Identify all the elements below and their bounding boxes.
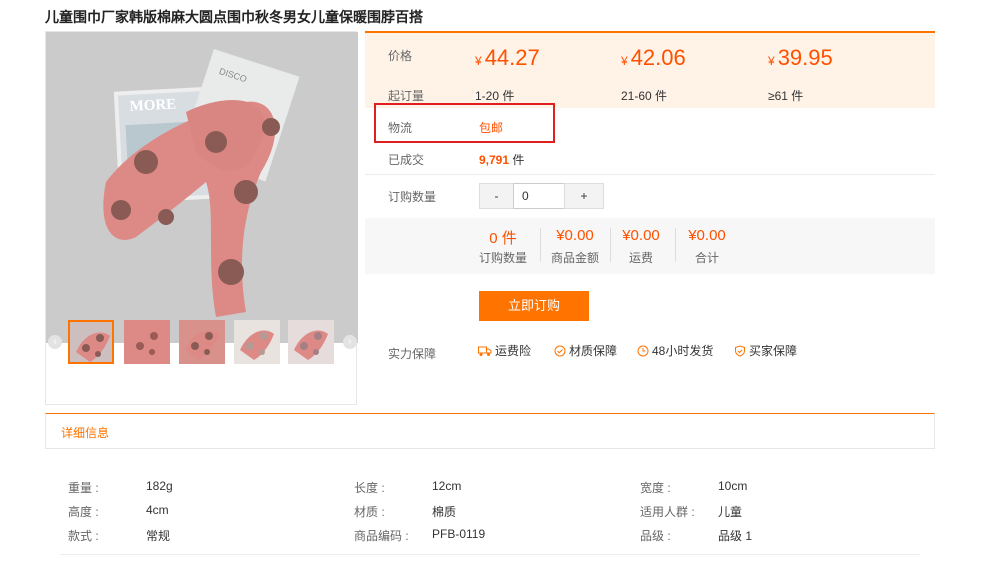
tier-range-2: 21-60 件 [621, 89, 668, 103]
spec-label: 长度 : [354, 481, 385, 495]
gallery-thumbnail[interactable] [234, 320, 280, 364]
spec-value: PFB-0119 [432, 527, 486, 541]
guarantee-material[interactable]: 材质保障 [554, 342, 617, 359]
logistics-highlight-box [374, 103, 555, 143]
qty-plus-button[interactable]: + [564, 183, 604, 209]
tab-details-label: 详细信息 [61, 426, 110, 440]
summary-divider [610, 228, 611, 262]
buy-now-button[interactable]: 立即订购 [479, 291, 589, 321]
spec-label: 商品编码 : [354, 529, 409, 543]
shield-icon [734, 344, 746, 357]
gallery-thumbnail[interactable] [288, 320, 334, 364]
spec-label: 适用人群 : [640, 505, 695, 519]
sold-count: 9,791 件 [479, 153, 525, 167]
summary-total-value: ¥0.00 [688, 227, 726, 244]
summary-shipping-label: 运费 [628, 251, 653, 265]
tier-price-1: ¥44.27 [475, 45, 540, 70]
spec-label: 品级 : [640, 529, 671, 543]
sold-label: 已成交 [388, 153, 425, 167]
spec-value: 182g [146, 479, 173, 493]
spec-value: 4cm [146, 503, 169, 517]
spec-value: 品级 1 [718, 529, 753, 543]
gallery-thumbnail[interactable] [179, 320, 225, 364]
summary-goods-value: ¥0.00 [556, 227, 594, 244]
spec-value: 常规 [146, 529, 171, 543]
check-circle-icon [554, 345, 566, 357]
tier-range-3: ≥61 件 [768, 89, 804, 103]
gallery-thumbnail[interactable] [68, 320, 114, 364]
moq-label: 起订量 [388, 89, 425, 103]
spec-label: 款式 : [68, 529, 99, 543]
truck-icon [478, 345, 492, 357]
summary-shipping-value: ¥0.00 [622, 227, 660, 244]
summary-goods-label: 商品金额 [550, 251, 599, 265]
clock-icon [637, 345, 649, 357]
guarantee-shipping-insurance[interactable]: 运费险 [478, 342, 531, 359]
tier-price-3: ¥39.95 [768, 45, 833, 70]
product-title: 儿童围巾厂家韩版棉麻大圆点围巾秋冬男女儿童保暖围脖百搭 [45, 9, 423, 25]
tier-price-2: ¥42.06 [621, 45, 686, 70]
order-qty-label: 订购数量 [388, 190, 437, 204]
spec-value: 儿童 [718, 505, 743, 519]
spec-value: 12cm [432, 479, 462, 493]
gallery-thumbnail[interactable] [124, 320, 170, 364]
tier-range-1: 1-20 件 [475, 89, 515, 103]
qty-input[interactable] [513, 183, 565, 209]
divider [60, 554, 920, 555]
guarantee-label: 实力保障 [388, 347, 437, 361]
qty-minus-button[interactable]: - [479, 183, 514, 209]
summary-total-label: 合计 [694, 251, 719, 265]
summary-qty-value: 0 件 [489, 230, 517, 247]
spec-label: 宽度 : [640, 481, 671, 495]
tab-details[interactable]: 详细信息 [45, 413, 935, 449]
summary-divider [540, 228, 541, 262]
summary-qty-label: 订购数量 [478, 251, 527, 265]
spec-label: 高度 : [68, 505, 99, 519]
main-product-image[interactable]: MORE DISCO [46, 32, 358, 343]
divider [365, 174, 935, 175]
guarantee-48h-delivery[interactable]: 48小时发货 [637, 342, 713, 359]
price-label: 价格 [388, 49, 413, 63]
summary-divider [675, 228, 676, 262]
guarantee-buyer-protection[interactable]: 买家保障 [734, 342, 797, 359]
spec-value: 棉质 [432, 505, 457, 519]
spec-value: 10cm [718, 479, 748, 493]
gallery-next-icon[interactable]: › [343, 335, 357, 349]
svg-text:MORE: MORE [129, 96, 176, 114]
gallery-prev-icon[interactable]: ‹ [48, 335, 62, 349]
spec-label: 重量 : [68, 481, 99, 495]
spec-label: 材质 : [354, 505, 385, 519]
